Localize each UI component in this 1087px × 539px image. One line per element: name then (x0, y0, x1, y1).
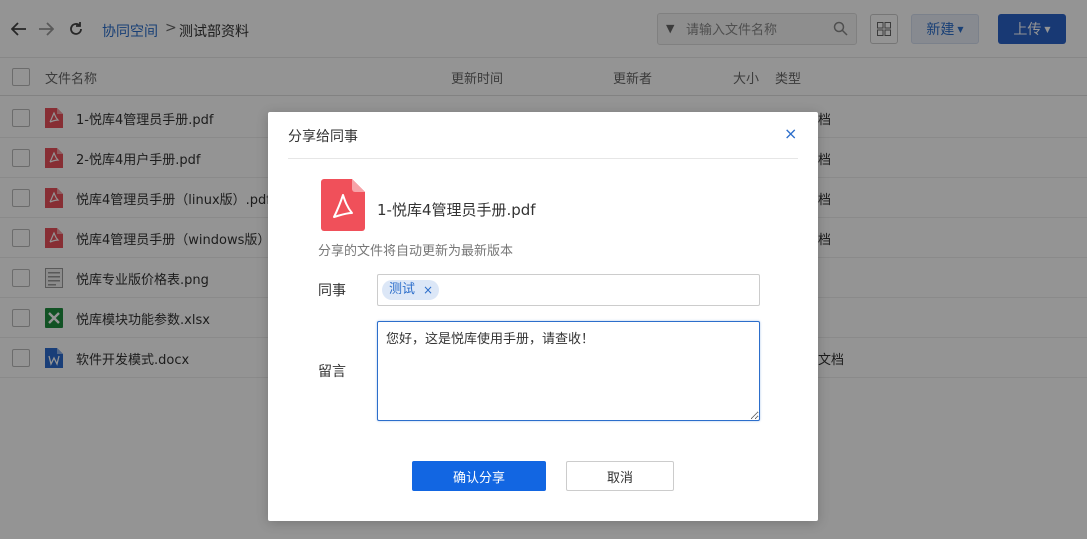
close-icon[interactable]: × (784, 124, 797, 143)
cancel-button[interactable]: 取消 (566, 461, 674, 491)
share-dialog: 分享给同事 × 1-悦库4管理员手册.pdf 分享的文件将自动更新为最新版本 同… (268, 112, 818, 521)
colleague-input[interactable]: 测试 × (377, 274, 760, 306)
colleague-tag-label: 测试 (389, 282, 416, 297)
pdf-icon (321, 179, 365, 231)
message-textarea[interactable]: 您好，这是悦库使用手册，请查收！ (377, 321, 760, 421)
message-label: 留言 (318, 364, 346, 380)
confirm-share-button[interactable]: 确认分享 (412, 461, 546, 491)
colleague-tag: 测试 × (382, 280, 440, 300)
dialog-title: 分享给同事 (288, 129, 358, 145)
share-hint: 分享的文件将自动更新为最新版本 (318, 244, 514, 259)
colleague-label: 同事 (318, 283, 346, 299)
shared-file-name: 1-悦库4管理员手册.pdf (377, 201, 536, 219)
divider (288, 158, 798, 159)
remove-tag-icon[interactable]: × (423, 280, 433, 300)
